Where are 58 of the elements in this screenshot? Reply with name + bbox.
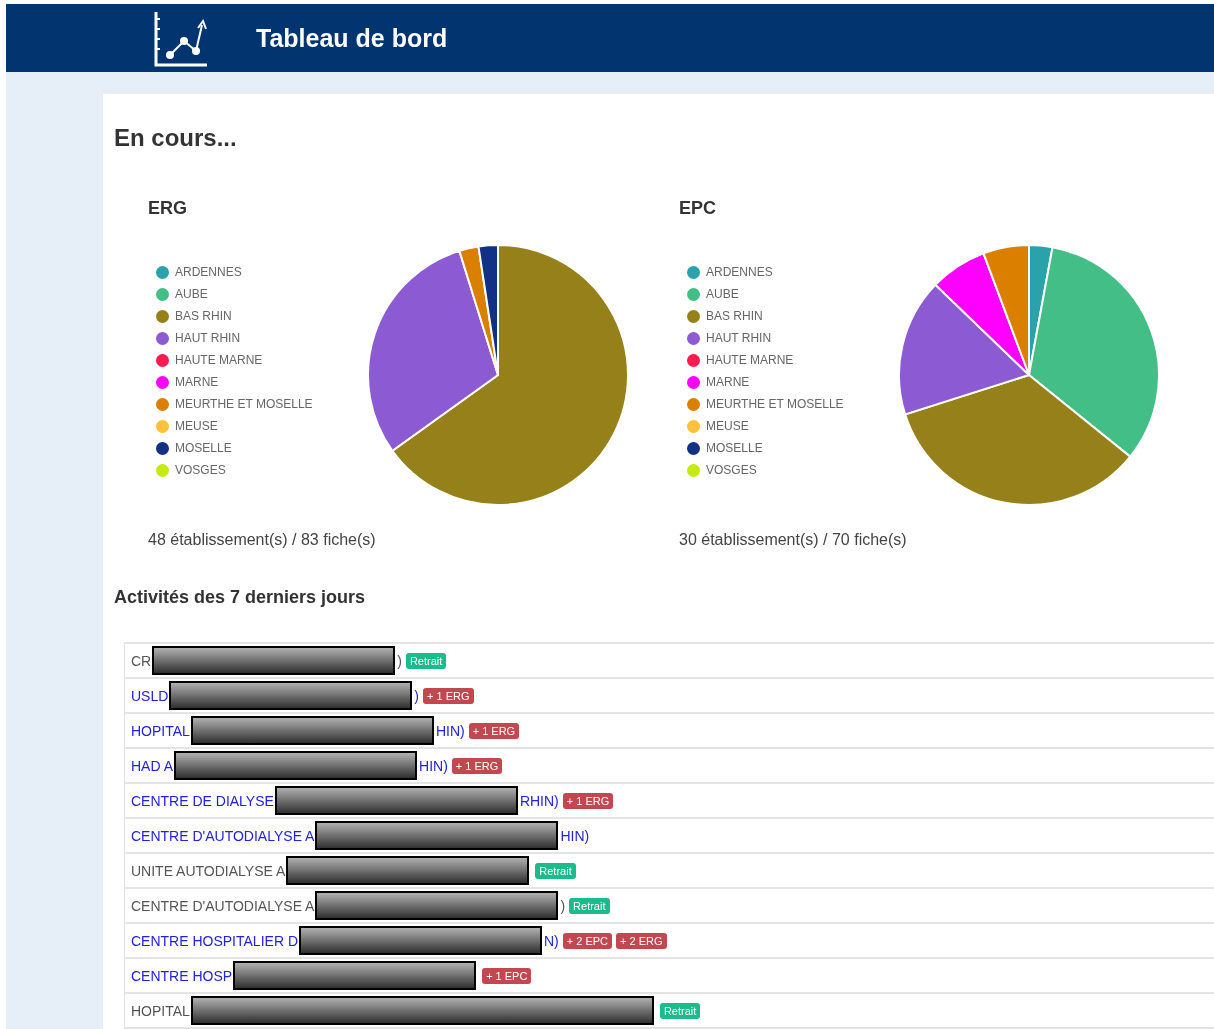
establishment-name-end: ) [414, 687, 420, 704]
establishment-link[interactable]: HAD A [131, 757, 173, 774]
establishment-link[interactable]: CENTRE HOSPITALIER D [131, 932, 298, 949]
legend-label: VOSGES [706, 463, 757, 477]
legend-label: MEURTHE ET MOSELLE [706, 397, 844, 411]
legend-label: HAUTE MARNE [706, 353, 794, 367]
legend-label: MARNE [175, 375, 219, 389]
legend-label: VOSGES [175, 463, 226, 477]
chart-title: EPC [679, 198, 717, 219]
establishment-name: HOPITAL [131, 1002, 190, 1019]
legend-label: HAUT RHIN [175, 331, 241, 345]
legend-label: AUBE [706, 287, 739, 301]
establishment-name: UNITE AUTODIALYSE A [131, 862, 286, 879]
status-badge: Retrait [405, 652, 447, 669]
status-badge: Retrait [659, 1002, 701, 1019]
legend-label: MEUSE [706, 419, 749, 433]
legend-label: HAUT RHIN [706, 331, 772, 345]
legend-label: AUBE [175, 287, 208, 301]
establishment-link[interactable]: CENTRE HOSP [131, 967, 233, 984]
establishment-name-end: HIN) [419, 757, 448, 774]
status-badge: + 2 EPC [562, 932, 613, 949]
page-title: Tableau de bord [256, 23, 448, 53]
legend-label: MEUSE [175, 419, 218, 433]
activity-title: Activités des 7 derniers jours [114, 587, 367, 608]
establishment-name: CENTRE D'AUTODIALYSE A [131, 897, 315, 914]
status-badge: + 2 ERG [616, 932, 667, 949]
status-badge: + 1 ERG [468, 722, 520, 739]
establishment-name-end: HIN) [435, 722, 465, 739]
status-badge: + 1 ERG [562, 792, 614, 809]
establishment-name-end: ) [397, 652, 402, 669]
legend-label: HAUTE MARNE [175, 353, 263, 367]
legend-label: MEURTHE ET MOSELLE [175, 397, 313, 411]
status-badge: + 1 ERG [451, 757, 503, 774]
establishment-name-end: N) [544, 932, 559, 949]
establishment-link[interactable]: CENTRE D'AUTODIALYSE A [131, 827, 315, 844]
legend-label: BAS RHIN [175, 309, 232, 323]
establishment-link[interactable]: CENTRE DE DIALYSE [131, 792, 274, 809]
chart-title: ERG [148, 198, 188, 219]
status-badge: + 1 ERG [423, 687, 474, 704]
status-badge: Retrait [569, 897, 610, 914]
establishment-name-end: HIN) [560, 827, 590, 844]
status-badge: + 1 EPC [482, 967, 532, 984]
chart-logo-icon [154, 11, 208, 67]
legend-label: MARNE [706, 375, 750, 389]
establishment-link[interactable]: USLD [131, 687, 169, 704]
establishment-name: CR [131, 652, 152, 669]
status-badge: Retrait [535, 862, 576, 879]
establishment-link[interactable]: HOPITAL [131, 722, 190, 739]
legend-label: MOSELLE [175, 441, 232, 455]
establishment-name-end: RHIN) [519, 792, 559, 809]
legend-label: ARDENNES [706, 265, 773, 279]
legend-label: ARDENNES [175, 265, 242, 279]
chart-caption: 30 établissement(s) / 70 fiche(s) [679, 531, 908, 549]
legend-label: MOSELLE [706, 441, 763, 455]
chart-caption: 48 établissement(s) / 83 fiche(s) [148, 531, 377, 549]
section-title: En cours... [114, 124, 238, 152]
establishment-name-end: ) [560, 897, 566, 914]
legend-label: BAS RHIN [706, 309, 763, 323]
